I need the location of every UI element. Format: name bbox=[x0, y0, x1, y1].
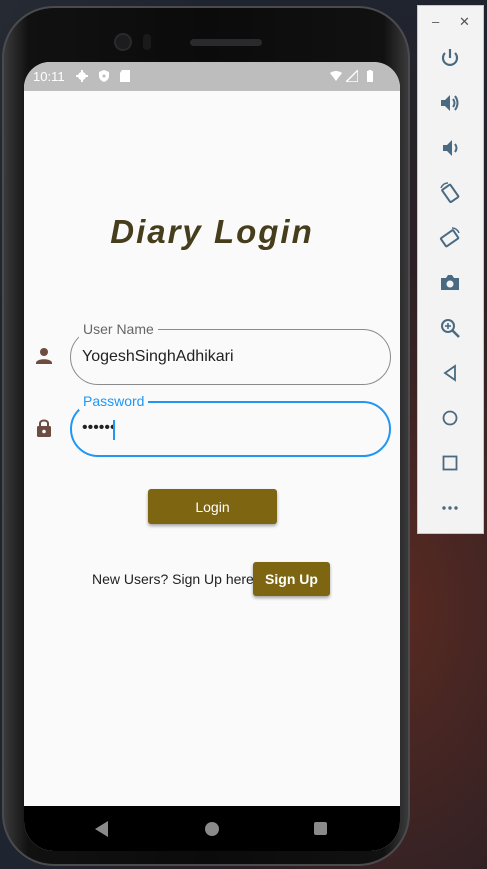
earpiece-speaker bbox=[190, 39, 262, 46]
username-label: User Name bbox=[79, 320, 158, 338]
sensor bbox=[143, 34, 151, 50]
battery-icon bbox=[367, 70, 373, 82]
camera-icon[interactable] bbox=[438, 271, 462, 295]
password-input[interactable]: •••••• bbox=[82, 419, 362, 437]
wifi-icon bbox=[330, 71, 342, 81]
signup-prompt: New Users? Sign Up here bbox=[92, 571, 254, 587]
volume-up-icon[interactable] bbox=[438, 91, 462, 115]
person-icon bbox=[36, 348, 52, 364]
lock-icon bbox=[37, 419, 51, 437]
rotate-right-icon[interactable] bbox=[438, 226, 462, 250]
password-field[interactable]: Password •••••• bbox=[70, 392, 391, 457]
phone-screen: 10:11 Diary Login User Name YogeshSinghA… bbox=[24, 62, 400, 851]
shield-icon bbox=[99, 70, 109, 82]
username-input[interactable] bbox=[82, 348, 362, 366]
home-icon[interactable] bbox=[438, 406, 462, 430]
text-cursor bbox=[113, 420, 115, 440]
more-icon[interactable] bbox=[438, 496, 462, 520]
page-title: Diary Login bbox=[110, 213, 314, 250]
zoom-icon[interactable] bbox=[438, 316, 462, 340]
rotate-left-icon[interactable] bbox=[438, 181, 462, 205]
status-bar: 10:11 bbox=[24, 62, 400, 91]
sd-card-icon bbox=[120, 70, 130, 82]
back-icon[interactable] bbox=[438, 361, 462, 385]
status-time: 10:11 bbox=[33, 69, 65, 84]
nav-home-icon[interactable] bbox=[205, 822, 219, 836]
power-icon[interactable] bbox=[438, 46, 462, 70]
username-field[interactable]: User Name bbox=[70, 320, 391, 385]
password-label: Password bbox=[79, 392, 149, 410]
close-icon[interactable]: ✕ bbox=[459, 14, 470, 30]
volume-down-icon[interactable] bbox=[438, 136, 462, 160]
signal-icon bbox=[346, 70, 358, 82]
navigation-bar bbox=[24, 806, 400, 851]
settings-icon bbox=[76, 70, 88, 82]
nav-back-icon[interactable] bbox=[95, 821, 108, 837]
app-content: Diary Login User Name Password •••••• Lo… bbox=[24, 91, 400, 807]
login-button[interactable]: Login bbox=[148, 489, 277, 524]
minimize-icon[interactable]: – bbox=[432, 14, 439, 29]
front-camera bbox=[114, 33, 132, 51]
signup-button[interactable]: Sign Up bbox=[253, 562, 330, 596]
emulator-phone: 10:11 Diary Login User Name YogeshSinghA… bbox=[2, 6, 410, 866]
nav-recent-icon[interactable] bbox=[314, 822, 327, 835]
overview-icon[interactable] bbox=[438, 451, 462, 475]
emulator-toolbar: – ✕ bbox=[417, 5, 484, 534]
